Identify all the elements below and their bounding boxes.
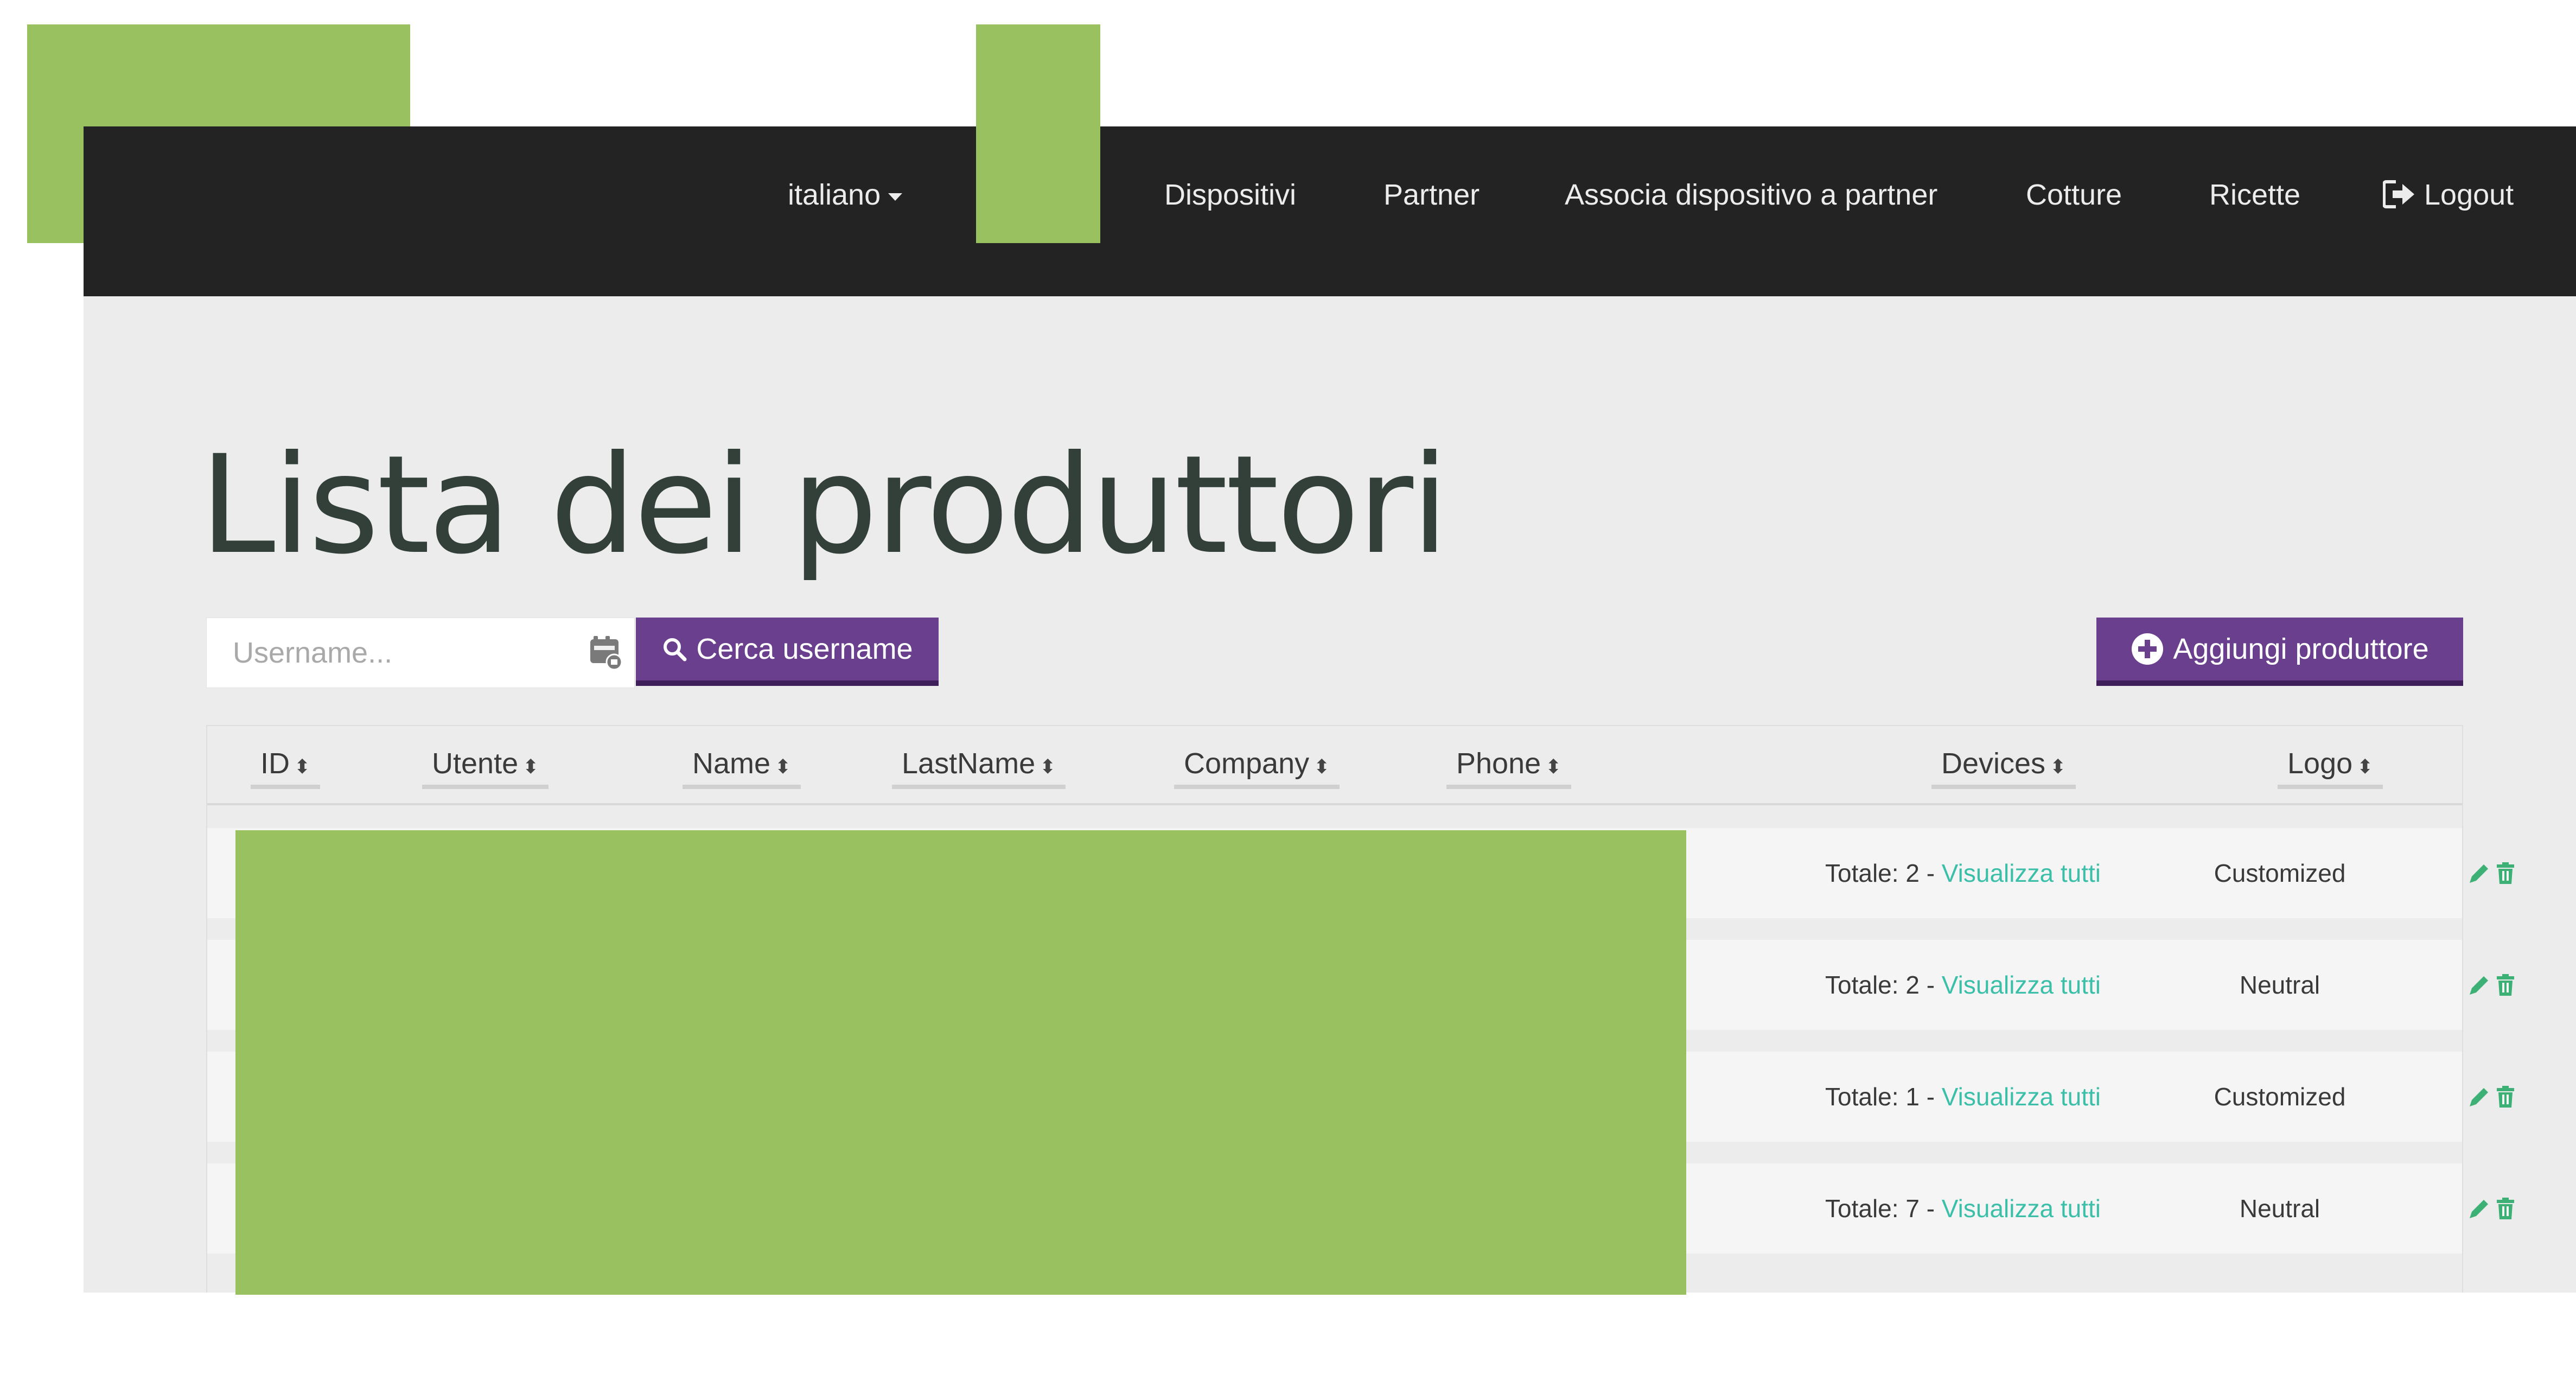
sort-icon: ⬍ <box>522 755 539 778</box>
redacted-table-data <box>235 830 1686 1295</box>
logo-cell: Neutral <box>2239 1194 2320 1223</box>
sort-icon: ⬍ <box>1313 755 1330 778</box>
trash-icon[interactable] <box>2494 861 2517 885</box>
column-header-logo[interactable]: Logo ⬍ <box>2278 746 2383 789</box>
logo-cell: Customized <box>2214 859 2346 887</box>
trash-icon[interactable] <box>2494 1197 2517 1220</box>
column-header-lastname[interactable]: LastName ⬍ <box>892 746 1066 789</box>
column-header-company[interactable]: Company ⬍ <box>1174 746 1340 789</box>
devices-cell: Totale: 7 - Visualizza tutti <box>1778 1163 2147 1254</box>
pencil-icon[interactable] <box>2467 1197 2491 1220</box>
column-header-id[interactable]: ID ⬍ <box>251 746 321 789</box>
search-icon <box>664 638 687 661</box>
view-all-devices-link[interactable]: Visualizza tutti <box>1942 1194 2101 1223</box>
sort-icon: ⬍ <box>2357 755 2374 778</box>
devices-total: Totale: 2 - <box>1825 971 1942 999</box>
view-all-devices-link[interactable]: Visualizza tutti <box>1942 1083 2101 1111</box>
table-header: ID ⬍ Utente ⬍ Name ⬍ LastName ⬍ Company ⬍ Pho… <box>207 726 2462 805</box>
logout-label: Logout <box>2424 179 2514 211</box>
pencil-icon[interactable] <box>2467 861 2491 885</box>
view-all-devices-link[interactable]: Visualizza tutti <box>1942 859 2101 887</box>
sign-out-icon <box>2382 180 2414 208</box>
column-header-label: Company <box>1184 747 1310 780</box>
nav-item-associa-dispositivo[interactable]: Associa dispositivo a partner <box>1565 173 1937 217</box>
caret-down-icon <box>888 193 903 201</box>
column-header-label: Name <box>692 747 771 780</box>
plus-circle-icon <box>2132 633 2164 665</box>
language-label: italiano <box>788 179 881 211</box>
column-header-label: LastName <box>902 747 1036 780</box>
column-header-label: Utente <box>432 747 519 780</box>
page-title: Lista dei produttori <box>200 426 1449 584</box>
sort-icon: ⬍ <box>2050 755 2067 778</box>
search-button-label: Cerca username <box>696 633 913 665</box>
sort-icon: ⬍ <box>1545 755 1562 778</box>
column-header-phone[interactable]: Phone ⬍ <box>1446 746 1572 789</box>
pencil-icon[interactable] <box>2467 973 2491 997</box>
nav-item-ricette[interactable]: Ricette <box>2209 173 2300 217</box>
logo-cell: Neutral <box>2239 971 2320 999</box>
search-username-button[interactable]: Cerca username <box>636 618 939 686</box>
column-header-name[interactable]: Name ⬍ <box>683 746 801 789</box>
row-actions <box>2467 1052 2554 1142</box>
sort-icon: ⬍ <box>775 755 792 778</box>
add-button-label: Aggiungi produttore <box>2173 633 2429 665</box>
column-header-label: ID <box>260 747 290 780</box>
trash-icon[interactable] <box>2494 1085 2517 1109</box>
redacted-nav-element <box>976 24 1100 243</box>
language-dropdown[interactable]: italiano <box>788 173 903 217</box>
column-header-label: Phone <box>1456 747 1541 780</box>
view-all-devices-link[interactable]: Visualizza tutti <box>1942 971 2101 999</box>
add-producer-button[interactable]: Aggiungi produttore <box>2096 618 2463 686</box>
row-actions <box>2467 1163 2554 1254</box>
sort-icon: ⬍ <box>294 755 311 778</box>
contact-card-icon <box>590 636 623 671</box>
devices-total: Totale: 2 - <box>1825 859 1942 887</box>
trash-icon[interactable] <box>2494 973 2517 997</box>
pencil-icon[interactable] <box>2467 1085 2491 1109</box>
logo-cell: Customized <box>2214 1083 2346 1111</box>
nav-item-cotture[interactable]: Cotture <box>2026 173 2122 217</box>
devices-total: Totale: 7 - <box>1825 1194 1942 1223</box>
username-search-input[interactable] <box>206 618 635 688</box>
row-actions <box>2467 940 2554 1030</box>
column-header-label: Devices <box>1941 747 2046 780</box>
nav-item-partner[interactable]: Partner <box>1383 173 1480 217</box>
devices-total: Totale: 1 - <box>1825 1083 1942 1111</box>
column-header-devices[interactable]: Devices ⬍ <box>1931 746 2076 789</box>
devices-cell: Totale: 2 - Visualizza tutti <box>1778 940 2147 1030</box>
nav-item-dispositivi[interactable]: Dispositivi <box>1164 173 1296 217</box>
devices-cell: Totale: 2 - Visualizza tutti <box>1778 828 2147 918</box>
logout-link[interactable]: Logout <box>2382 173 2514 217</box>
column-header-label: Logo <box>2287 747 2353 780</box>
row-actions <box>2467 828 2554 918</box>
top-navbar: italiano Dispositivi Partner Associa dis… <box>84 126 2576 296</box>
sort-icon: ⬍ <box>1040 755 1056 778</box>
column-header-utente[interactable]: Utente ⬍ <box>422 746 549 789</box>
devices-cell: Totale: 1 - Visualizza tutti <box>1778 1052 2147 1142</box>
